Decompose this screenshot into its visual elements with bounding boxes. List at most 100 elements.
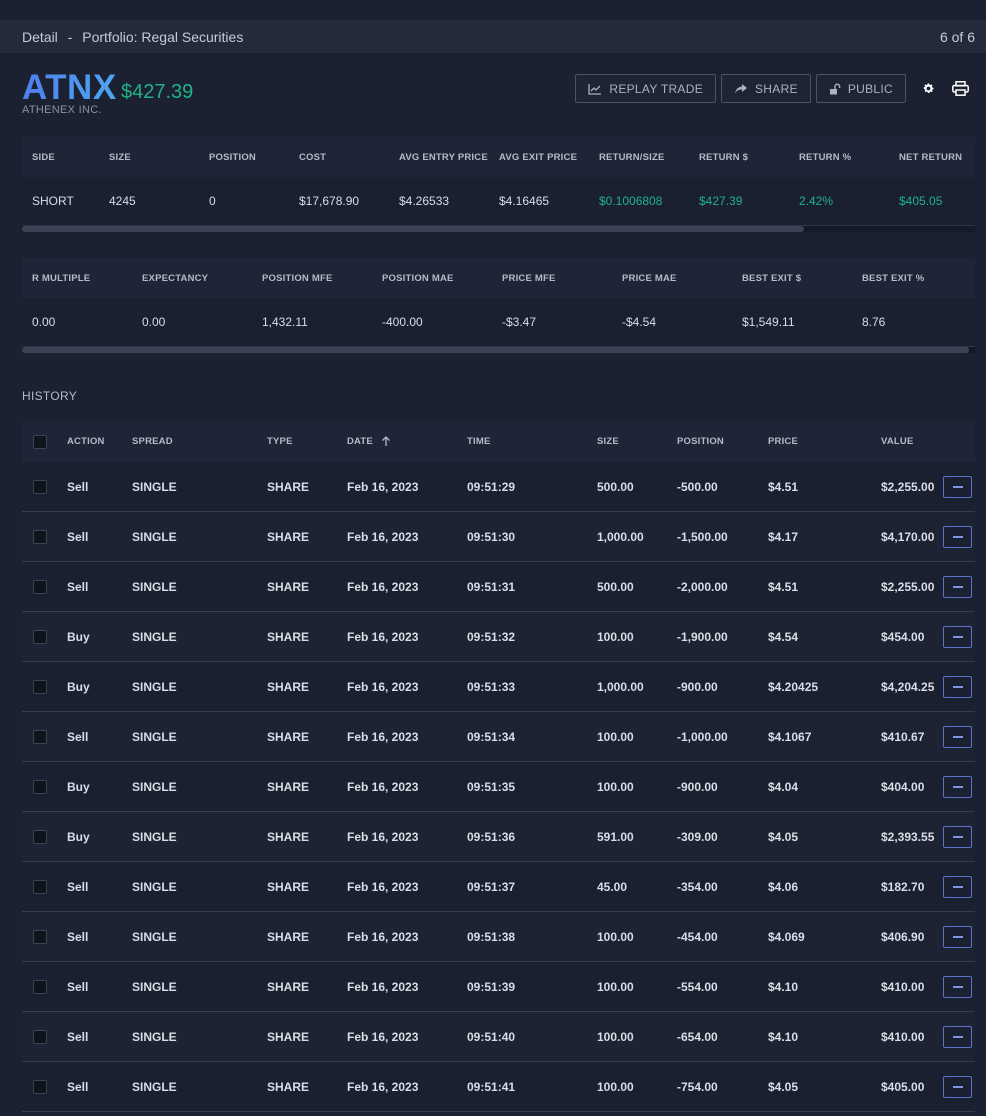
remove-row-button[interactable] (943, 625, 972, 648)
cell-time: 09:51:36 (467, 829, 516, 844)
history-col-date[interactable]: DATE (347, 436, 467, 447)
row-checkbox[interactable] (33, 879, 47, 894)
remove-row-button[interactable] (943, 1025, 972, 1048)
row-checkbox[interactable] (33, 679, 47, 694)
cell-price: $4.20425 (768, 679, 819, 694)
cell-price: $4.10 (768, 1029, 799, 1044)
remove-row-button[interactable] (943, 725, 972, 748)
table-row[interactable]: Sell SINGLE SHARE Feb 16, 2023 09:51:31 500.0… (22, 562, 975, 612)
cell-spread: SINGLE (132, 629, 177, 644)
cell-date: Feb 16, 2023 (347, 979, 419, 994)
table-row[interactable]: Sell SINGLE SHARE Feb 16, 2023 09:51:30 1,000… (22, 512, 975, 562)
cell-value: $2,393.55 (881, 829, 935, 844)
summary-col-position: POSITION (209, 151, 256, 163)
settings-button[interactable] (913, 74, 943, 103)
cell-spread: SINGLE (132, 479, 177, 494)
unlock-icon (829, 83, 841, 94)
row-checkbox[interactable] (33, 829, 47, 844)
remove-row-button[interactable] (943, 925, 972, 948)
table-row[interactable]: Sell SINGLE SHARE Feb 16, 2023 09:51:37 45.00… (22, 862, 975, 912)
history-col-value[interactable]: VALUE (881, 436, 943, 447)
row-checkbox[interactable] (33, 1029, 47, 1044)
cell-price: $4.1067 (768, 729, 812, 744)
cell-type: SHARE (267, 579, 310, 594)
metrics-scroll-thumb[interactable] (22, 347, 969, 353)
cell-position: -554.00 (677, 979, 718, 994)
cell-position: -900.00 (677, 779, 718, 794)
table-row[interactable]: Sell SINGLE SHARE Feb 16, 2023 09:51:38 100.0… (22, 912, 975, 962)
remove-row-button[interactable] (943, 575, 972, 598)
row-action-cell (943, 525, 975, 548)
replay-trade-button[interactable]: REPLAY TRADE (575, 74, 716, 103)
table-row[interactable]: Buy SINGLE SHARE Feb 16, 2023 09:51:36 591.00… (22, 812, 975, 862)
cell-price: $4.54 (768, 629, 799, 644)
row-checkbox[interactable] (33, 779, 47, 794)
row-select-cell (22, 479, 67, 494)
breadcrumb-separator: - (67, 28, 73, 45)
history-col-time[interactable]: TIME (467, 436, 597, 447)
history-col-spread[interactable]: SPREAD (132, 436, 267, 447)
row-action-cell (943, 825, 975, 848)
row-checkbox[interactable] (33, 629, 47, 644)
remove-row-button[interactable] (943, 875, 972, 898)
history-col-type[interactable]: TYPE (267, 436, 347, 447)
cell-type: SHARE (267, 829, 310, 844)
cell-value: $410.00 (881, 1029, 925, 1044)
share-button[interactable]: SHARE (721, 74, 811, 103)
summary-header: SIDE SIZE POSITION COST AVG ENTRY PRICE … (22, 137, 975, 177)
remove-row-button[interactable] (943, 975, 972, 998)
summary-scroll-thumb[interactable] (22, 226, 804, 232)
row-checkbox[interactable] (33, 729, 47, 744)
table-row[interactable]: Buy SINGLE SHARE Feb 16, 2023 09:51:32 100.00… (22, 612, 975, 662)
remove-row-button[interactable] (943, 775, 972, 798)
table-row[interactable]: Sell SINGLE SHARE Feb 16, 2023 09:51:39 100.0… (22, 962, 975, 1012)
table-row[interactable]: Sell SINGLE SHARE Feb 16, 2023 09:51:40 100.0… (22, 1012, 975, 1062)
table-row[interactable]: Sell SINGLE SHARE Feb 16, 2023 09:51:34 100.0… (22, 712, 975, 762)
cell-date: Feb 16, 2023 (347, 729, 419, 744)
remove-row-button[interactable] (943, 1075, 972, 1098)
remove-row-button[interactable] (943, 675, 972, 698)
table-row[interactable]: Sell SINGLE SHARE Feb 16, 2023 09:51:29 500.0… (22, 462, 975, 512)
row-checkbox[interactable] (33, 579, 47, 594)
cell-spread: SINGLE (132, 929, 177, 944)
table-row[interactable]: Buy SINGLE SHARE Feb 16, 2023 09:51:35 100.00… (22, 762, 975, 812)
row-checkbox[interactable] (33, 1079, 47, 1094)
row-action-cell (943, 975, 975, 998)
breadcrumb: Detail - Portfolio: Regal Securities (22, 29, 243, 45)
history-col-action[interactable]: ACTION (67, 436, 132, 447)
remove-row-button[interactable] (943, 525, 972, 548)
chart-line-icon (588, 83, 602, 95)
row-checkbox[interactable] (33, 479, 47, 494)
remove-row-button[interactable] (943, 825, 972, 848)
history-col-position[interactable]: POSITION (677, 436, 768, 447)
row-action-cell (943, 925, 975, 948)
public-button[interactable]: PUBLIC (815, 74, 906, 103)
cell-spread: SINGLE (132, 829, 177, 844)
table-row[interactable]: Buy SINGLE SHARE Feb 16, 2023 09:51:33 1,000.… (22, 662, 975, 712)
cell-value: $406.90 (881, 929, 925, 944)
summary-scrollbar[interactable] (22, 226, 975, 232)
remove-row-button[interactable] (943, 475, 972, 498)
cell-spread: SINGLE (132, 679, 177, 694)
cell-type: SHARE (267, 779, 310, 794)
row-action-cell (943, 1075, 975, 1098)
metrics-scrollbar[interactable] (22, 347, 975, 353)
minus-icon (952, 635, 963, 638)
cell-price: $4.51 (768, 479, 799, 494)
history-col-price[interactable]: PRICE (768, 436, 881, 447)
row-checkbox[interactable] (33, 979, 47, 994)
history-col-size[interactable]: SIZE (597, 436, 677, 447)
row-select-cell (22, 779, 67, 794)
metrics-r-multiple: 0.00 (32, 315, 56, 329)
cell-time: 09:51:35 (467, 779, 516, 794)
row-action-cell (943, 875, 975, 898)
select-all-checkbox[interactable] (33, 434, 47, 449)
cell-spread: SINGLE (132, 729, 177, 744)
cell-position: -1,000.00 (677, 729, 728, 744)
row-checkbox[interactable] (33, 529, 47, 544)
print-button[interactable] (945, 74, 975, 103)
cell-action: Sell (67, 729, 89, 744)
row-checkbox[interactable] (33, 929, 47, 944)
table-row[interactable]: Sell SINGLE SHARE Feb 16, 2023 09:51:41 100.0… (22, 1062, 975, 1112)
cell-spread: SINGLE (132, 779, 177, 794)
